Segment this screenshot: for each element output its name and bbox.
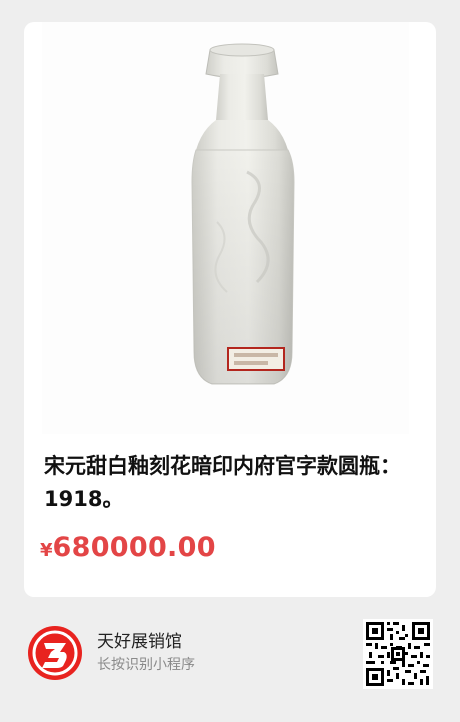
product-image[interactable] [42, 22, 409, 434]
price-currency: ¥ [40, 540, 53, 561]
long-press-hint: 长按识别小程序 [97, 657, 195, 673]
price-amount: 680000.00 [52, 532, 216, 563]
product-card[interactable]: 宋元甜白釉刻花暗印内府官字款圆瓶：1918。 ¥680000.00 [24, 22, 436, 597]
shop-name: 天好展销馆 [97, 632, 182, 652]
mini-program-qr-icon[interactable] [363, 619, 433, 689]
product-price: ¥680000.00 [40, 532, 216, 563]
shop-footer: 天好展销馆 长按识别小程序 [24, 612, 436, 692]
product-title: 宋元甜白釉刻花暗印内府官字款圆瓶：1918。 [44, 454, 401, 511]
shop-logo-icon [26, 624, 84, 682]
